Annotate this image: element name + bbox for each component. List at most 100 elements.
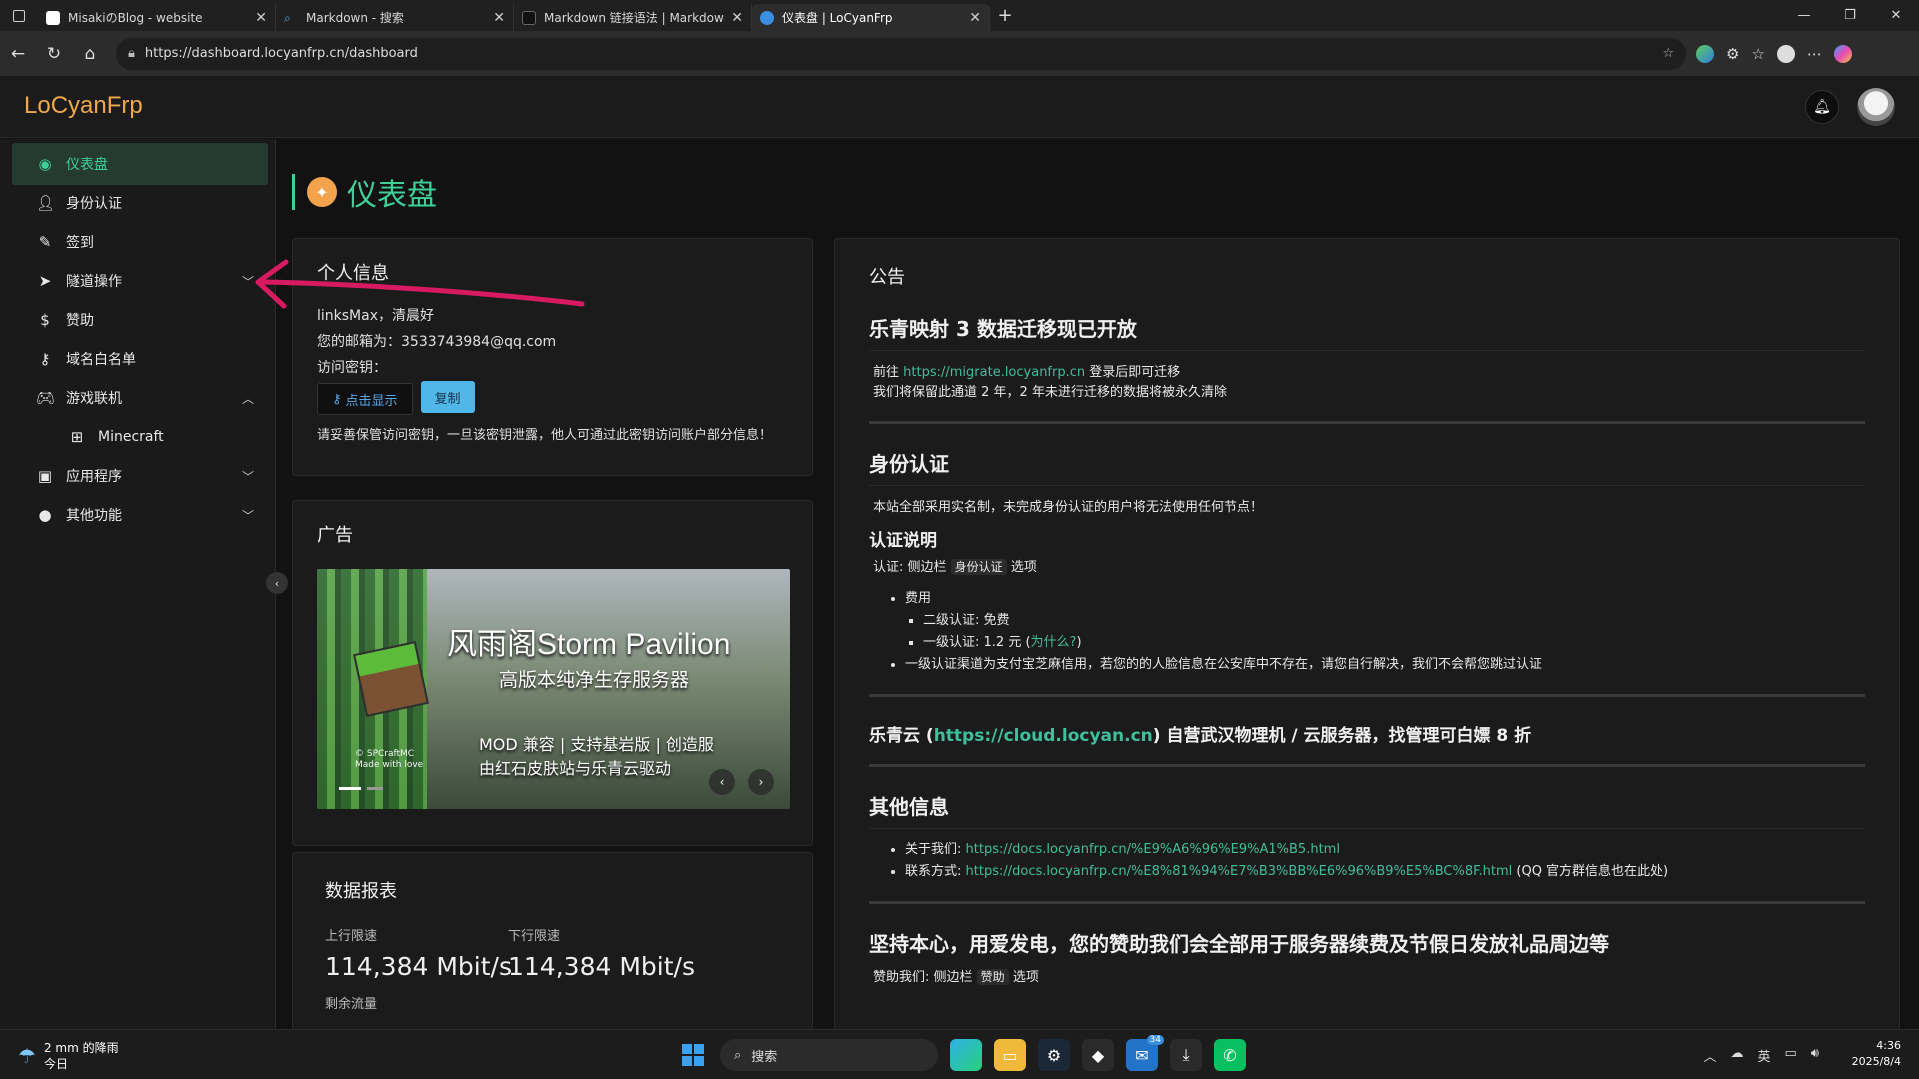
cloud-link[interactable]: https://cloud.locyan.cn (934, 726, 1153, 746)
taskbar-search[interactable]: ⌕ 搜索 (720, 1039, 938, 1071)
close-icon[interactable]: ✕ (255, 10, 267, 26)
profile-icon[interactable] (1776, 44, 1795, 63)
minimize-icon[interactable]: — (1781, 0, 1827, 31)
info-list: 关于我们: https://docs.locyanfrp.cn/%E9%A6%9… (869, 839, 1865, 883)
extension-icon[interactable] (1696, 44, 1714, 63)
announcement-heading: 乐青云 (https://cloud.locyan.cn) 自营武汉物理机 / … (869, 721, 1865, 746)
page-title-text: 仪表盘 (347, 178, 437, 213)
sidebar-item-domain-whitelist[interactable]: ⚷ 域名白名单 (12, 338, 268, 380)
logo[interactable]: LoCyanFrp (24, 92, 143, 120)
close-window-icon[interactable]: ✕ (1873, 0, 1919, 31)
reload-icon[interactable]: ↻ (36, 44, 72, 64)
new-tab-button[interactable]: + (990, 5, 1020, 26)
browser-tabbar: MisakiのBlog - website ✕ ⌕ Markdown - 搜索 … (0, 0, 1919, 31)
carousel-indicator[interactable] (367, 787, 383, 790)
contact-link[interactable]: https://docs.locyanfrp.cn/%E8%81%94%E7%B… (966, 864, 1513, 879)
text: 我们将保留此通道 2 年，2 年未进行迁移的数据将被永久清除 (873, 385, 1227, 400)
sidebar-item-dashboard[interactable]: ◉ 仪表盘 (12, 143, 268, 185)
download-limit-value: 114,384 Mbit/s (508, 952, 695, 981)
start-windows-icon[interactable] (682, 1044, 704, 1066)
show-key-button[interactable]: ⚷ 点击显示 (317, 383, 413, 415)
browser-tab-1[interactable]: MisakiのBlog - website ✕ (38, 4, 276, 31)
volume-icon[interactable]: 🔊︎ (1811, 1046, 1819, 1065)
sidebar-item-sponsor[interactable]: $ 赞助 (12, 299, 268, 341)
close-icon[interactable]: ✕ (731, 10, 743, 26)
weather-widget[interactable]: ☂ 2 mm 的降雨 今日 (18, 1040, 119, 1072)
chevron-up-icon: ︿ (241, 391, 254, 406)
steam-icon[interactable]: ⚙ (1038, 1039, 1070, 1071)
close-icon[interactable]: ✕ (969, 10, 981, 26)
dollar-icon: $ (40, 311, 50, 329)
mail-icon[interactable]: ✉ 34 (1126, 1035, 1164, 1071)
git-icon[interactable]: ◆ (1082, 1039, 1114, 1071)
sidebar-item-identity[interactable]: 👤︎ 身份认证 (12, 182, 268, 224)
edge-browser-icon[interactable] (950, 1039, 982, 1071)
banner-powered-by: 由红石皮肤站与乐青云驱动 (479, 759, 672, 778)
back-icon[interactable]: ← (0, 44, 36, 64)
about-link[interactable]: https://docs.locyanfrp.cn/%E9%A6%96%E9%A… (966, 842, 1340, 857)
text: 前往 (873, 365, 900, 380)
network-icon[interactable]: ▭ (1785, 1046, 1797, 1065)
taskbar-apps: ▭ ⚙ ◆ ✉ 34 ⤓ ✆ (950, 1035, 1246, 1071)
carousel-next-button[interactable]: › (748, 769, 774, 795)
wechat-icon[interactable]: ✆ (1214, 1039, 1246, 1071)
sidebar-item-minecraft[interactable]: ⊞ Minecraft (12, 416, 268, 458)
list-item: 费用 二级认证: 免费 一级认证: 1.2 元 (为什么?) (905, 588, 1865, 654)
ad-card: 广告 风雨阁Storm Pavilion 高版本纯净生存服务器 MOD 兼容 |… (292, 500, 813, 846)
carousel-indicator-active[interactable] (339, 787, 361, 790)
input-language[interactable]: 英 (1757, 1046, 1770, 1065)
favorites-icon[interactable]: ☆ (1751, 45, 1764, 63)
text: 赞助我们: 侧边栏 (873, 970, 973, 985)
browser-tab-3[interactable]: Markdown 链接语法 | Markdown ✕ (514, 4, 752, 31)
browser-tab-4[interactable]: 仪表盘 | LoCyanFrp ✕ (752, 4, 990, 31)
url-bar[interactable]: 🔒︎ https://dashboard.locyanfrp.cn/dashbo… (116, 37, 1686, 70)
sidebar-collapse-button[interactable]: ‹ (266, 572, 288, 594)
announcement-paragraph: 前往 https://migrate.locyanfrp.cn 登录后即可迁移 … (869, 363, 1865, 403)
sidebar-item-tunnel[interactable]: ➤ 隧道操作 ﹀ (12, 260, 268, 302)
file-explorer-icon[interactable]: ▭ (994, 1039, 1026, 1071)
copilot-icon[interactable] (1833, 44, 1852, 63)
migrate-link[interactable]: https://migrate.locyanfrp.cn (903, 365, 1085, 380)
why-link[interactable]: 为什么? (1031, 635, 1077, 650)
onedrive-icon[interactable]: ☁ (1730, 1046, 1743, 1065)
restore-icon[interactable]: ❐ (1827, 0, 1873, 31)
remaining-traffic-label: 剩余流量 (325, 997, 378, 1012)
avatar[interactable] (1857, 88, 1895, 126)
key-icon: ⚷ (332, 391, 342, 407)
sidebar-item-apps[interactable]: ▣ 应用程序 ﹀ (12, 455, 268, 497)
text: 费用 (905, 591, 932, 606)
close-icon[interactable]: ✕ (493, 10, 505, 26)
divider (869, 901, 1865, 904)
code-tag: 身份认证 (950, 559, 1007, 575)
chevron-up-icon[interactable]: ︿ (1703, 1046, 1716, 1065)
home-icon[interactable]: ⌂ (72, 44, 108, 64)
download-icon[interactable]: ⤓ (1170, 1039, 1202, 1071)
announcement-subheading: 认证说明 (869, 531, 937, 551)
weather-text: 2 mm 的降雨 (43, 1041, 119, 1055)
sidebar-item-label: Minecraft (98, 429, 164, 445)
announcement-heading: 其他信息 (869, 791, 1865, 829)
person-icon: 👤︎ (36, 194, 56, 212)
clock[interactable]: 4:36 2025/8/4 (1852, 1038, 1901, 1070)
app-header: LoCyanFrp 🔔︎ (0, 76, 1919, 138)
paper-plane-icon: ➤ (38, 272, 52, 290)
copy-key-button[interactable]: 复制 (420, 381, 475, 413)
ad-banner[interactable]: 风雨阁Storm Pavilion 高版本纯净生存服务器 MOD 兼容 | 支持… (317, 569, 790, 809)
browser-tab-2[interactable]: ⌕ Markdown - 搜索 ✕ (276, 4, 514, 31)
lock-icon[interactable]: 🔒︎ (128, 46, 135, 61)
fee-list: 费用 二级认证: 免费 一级认证: 1.2 元 (为什么?) 一级认证渠道为支付… (869, 588, 1865, 676)
sidebar-item-game[interactable]: 🎮︎ 游戏联机 ︿ (12, 377, 268, 419)
key-icon: ⚷ (39, 350, 51, 368)
sidebar: ◉ 仪表盘 👤︎ 身份认证 ✎ 签到 ➤ 隧道操作 ﹀ $ 赞助 ⚷ 域名白名单… (0, 139, 276, 1029)
banner-title: 风雨阁Storm Pavilion (447, 628, 731, 661)
list-item: 关于我们: https://docs.locyanfrp.cn/%E9%A6%9… (905, 839, 1865, 861)
sidebar-item-signin[interactable]: ✎ 签到 (12, 221, 268, 263)
sidebar-item-other[interactable]: ● 其他功能 ﹀ (12, 494, 268, 536)
tab-actions-icon[interactable] (0, 0, 38, 31)
carousel-prev-button[interactable]: ‹ (709, 769, 735, 795)
favorite-star-icon[interactable]: ☆ (1662, 46, 1674, 61)
more-icon[interactable]: ⋯ (1807, 45, 1822, 63)
bell-icon[interactable]: 🔔︎ (1805, 90, 1839, 124)
puzzle-icon[interactable]: ⚙ (1726, 45, 1739, 63)
url-text: https://dashboard.locyanfrp.cn/dashboard (144, 46, 418, 61)
